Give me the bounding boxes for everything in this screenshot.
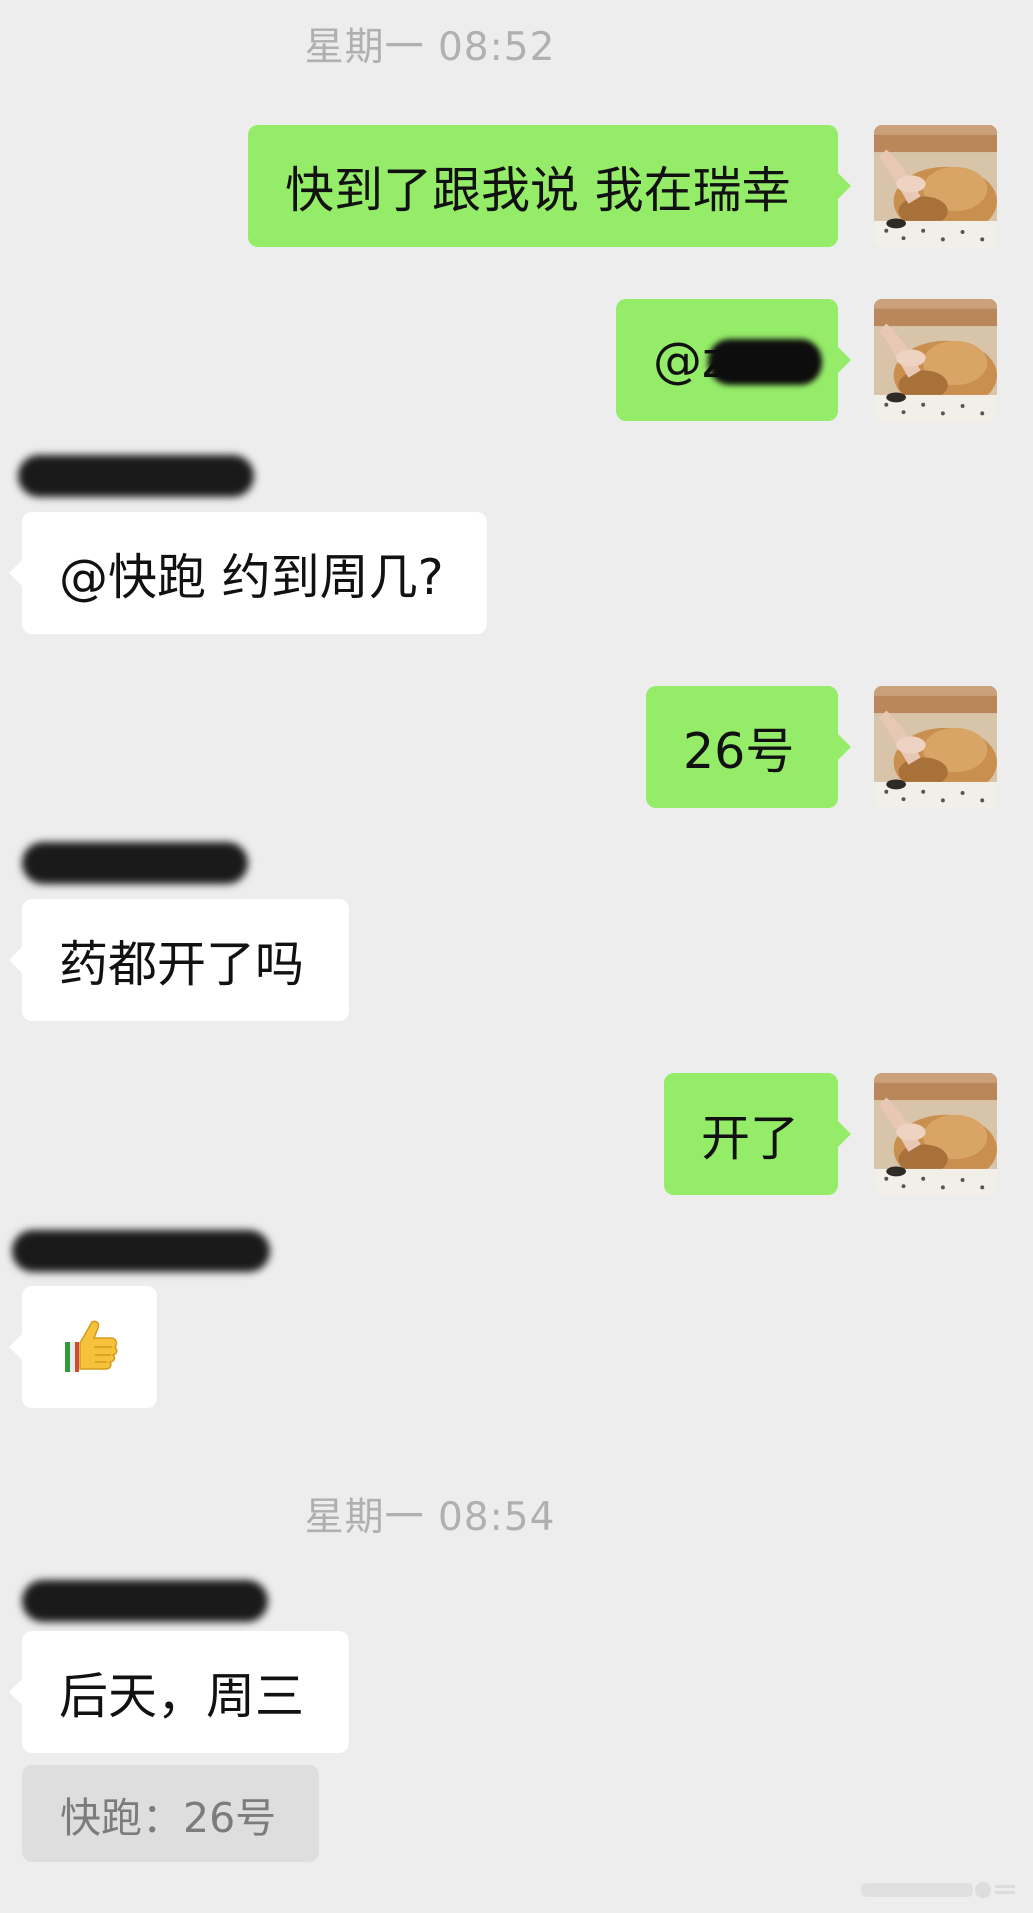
message-text: 快到了跟我说 我在瑞幸 — [285, 161, 791, 219]
message-text: @快跑 约到周几? — [59, 548, 444, 606]
cat-photo-avatar-icon — [874, 686, 997, 809]
quoted-text: 快跑：26号 — [60, 1793, 277, 1842]
quoted-reply[interactable]: 快跑：26号 — [22, 1765, 319, 1862]
sender-name-redacted — [12, 1230, 270, 1272]
thumbs-up-icon — [64, 1320, 117, 1372]
cat-photo-avatar-icon — [874, 125, 997, 248]
message-bubble-incoming[interactable]: 后天，周三 — [9, 1631, 349, 1753]
sender-name-redacted — [18, 455, 254, 497]
message-text: 26号 — [683, 722, 795, 780]
avatar[interactable] — [874, 1073, 997, 1196]
watermark-icon — [861, 1882, 1015, 1898]
sender-name-redacted — [22, 842, 248, 884]
cat-photo-avatar-icon — [874, 1073, 997, 1196]
cat-photo-avatar-icon — [874, 299, 997, 422]
message-bubble-outgoing[interactable]: @z — [616, 299, 851, 421]
avatar[interactable] — [874, 125, 997, 248]
message-bubble-outgoing[interactable]: 快到了跟我说 我在瑞幸 — [248, 125, 851, 247]
message-bubble-incoming[interactable] — [9, 1286, 157, 1408]
message-bubble-incoming[interactable]: 药都开了吗 — [9, 899, 349, 1021]
message-text: 后天，周三 — [59, 1667, 305, 1725]
message-bubble-outgoing[interactable]: 开了 — [664, 1073, 851, 1195]
message-text: 药都开了吗 — [59, 935, 305, 993]
timestamp: 星期一 08:54 — [304, 1495, 556, 1540]
avatar[interactable] — [874, 686, 997, 809]
message-text: 开了 — [701, 1109, 800, 1167]
redaction-mark — [708, 339, 822, 385]
sender-name-redacted — [22, 1580, 268, 1622]
avatar[interactable] — [874, 299, 997, 422]
message-bubble-incoming[interactable]: @快跑 约到周几? — [9, 512, 487, 634]
timestamp: 星期一 08:52 — [304, 25, 556, 70]
message-bubble-outgoing[interactable]: 26号 — [646, 686, 851, 808]
